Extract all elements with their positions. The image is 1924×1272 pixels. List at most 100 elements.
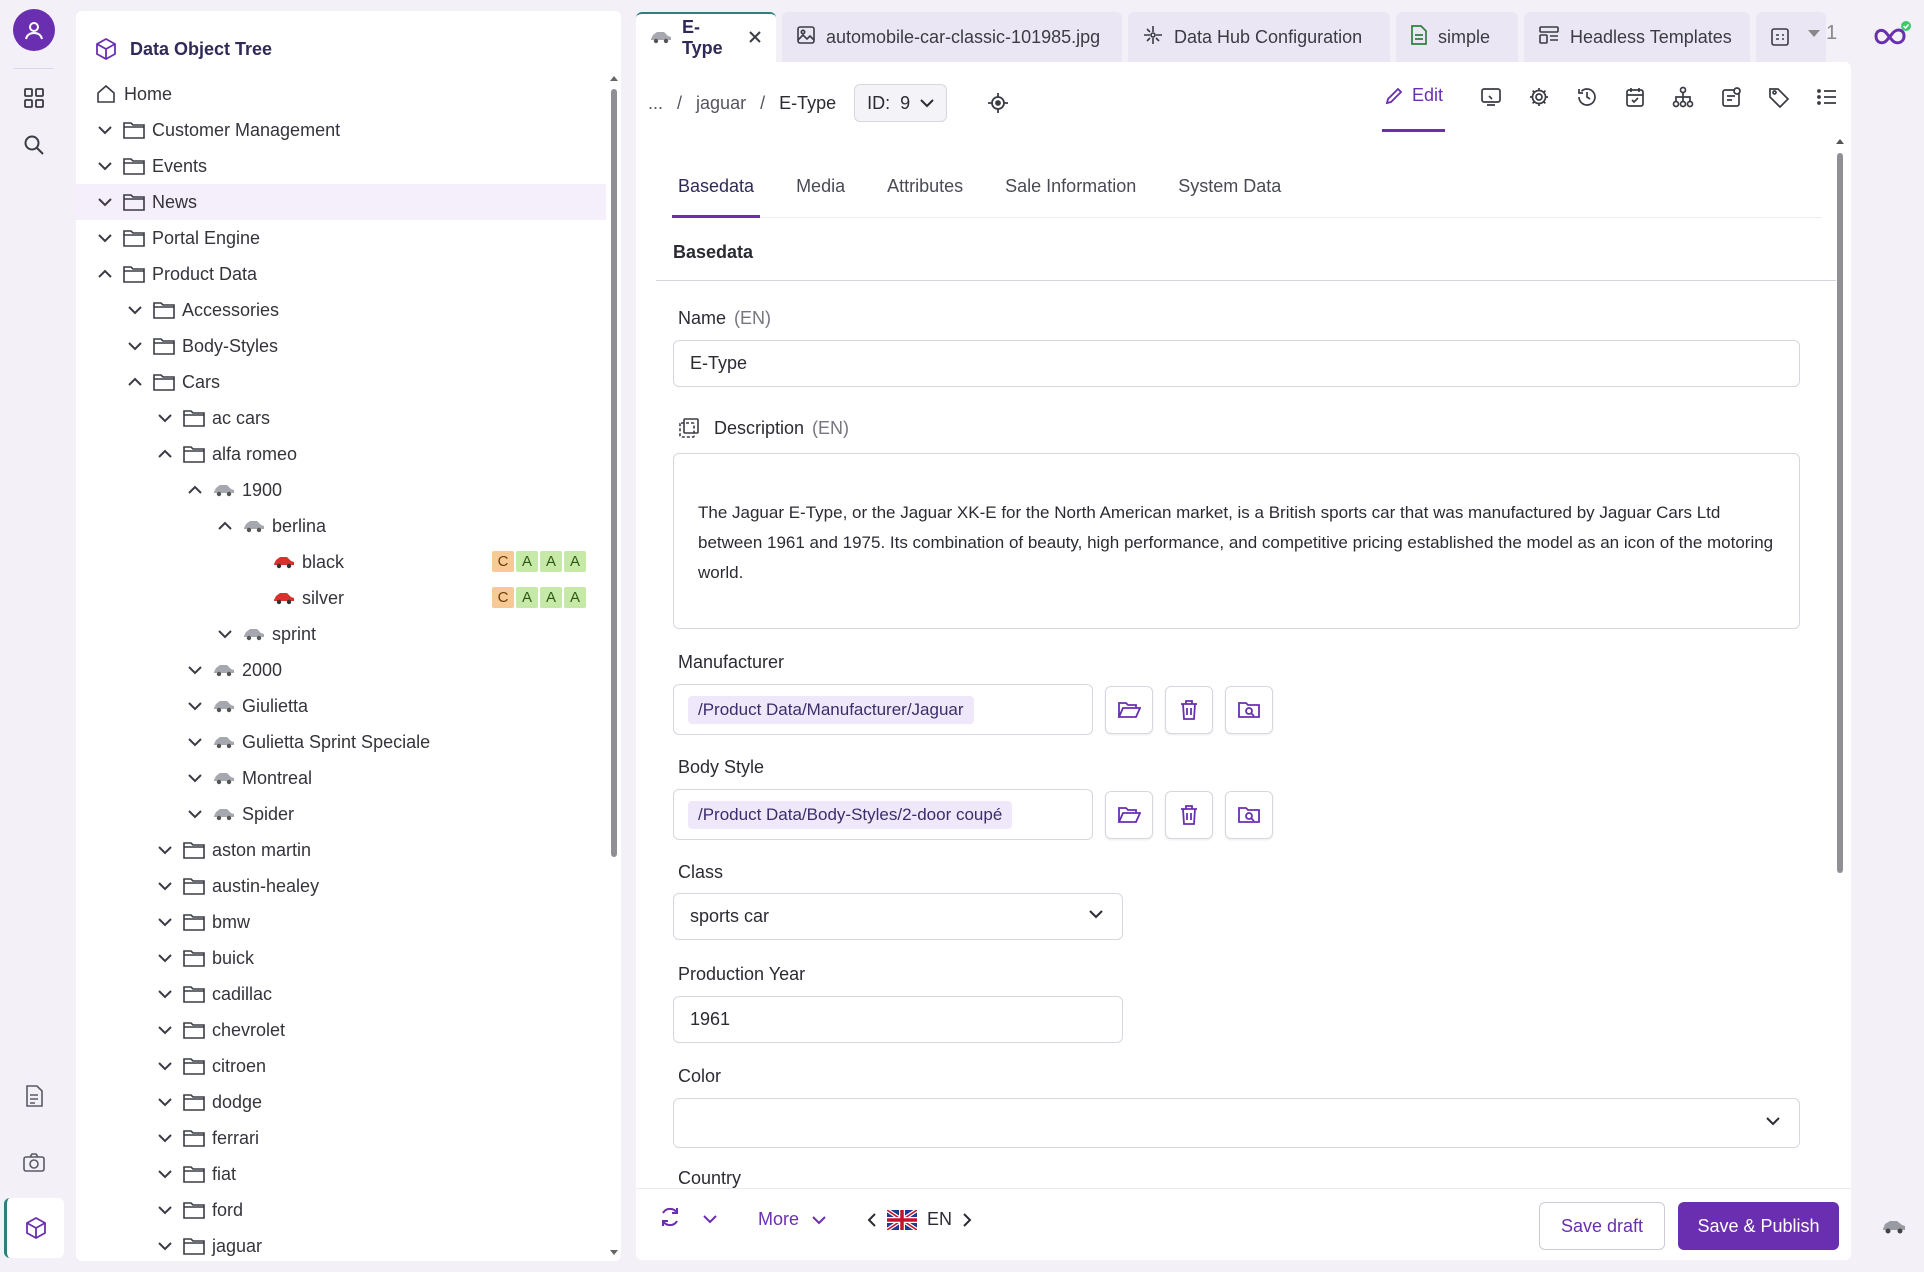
editor-tab[interactable]: simple <box>1396 12 1518 62</box>
save-draft-button[interactable]: Save draft <box>1539 1202 1665 1250</box>
body-style-relation-field[interactable]: /Product Data/Body-Styles/2-door coupé <box>673 789 1093 840</box>
body-style-delete-button[interactable] <box>1165 791 1213 839</box>
tree-node[interactable]: Spider <box>76 796 606 832</box>
chevron-left-icon[interactable] <box>867 1212 877 1228</box>
chevron-up-icon[interactable] <box>124 371 146 393</box>
chevron-down-icon[interactable] <box>124 299 146 321</box>
tree-node[interactable]: fiat <box>76 1156 606 1192</box>
tree-node[interactable]: 1900 <box>76 472 606 508</box>
tree-node[interactable]: austin-healey <box>76 868 606 904</box>
tree-node[interactable]: sprint <box>76 616 606 652</box>
name-input[interactable]: E-Type <box>673 340 1800 387</box>
production-year-input[interactable]: 1961 <box>673 996 1123 1043</box>
layout-tab[interactable]: Media <box>790 170 851 218</box>
reload-options-chevron-icon[interactable] <box>702 1209 718 1230</box>
manufacturer-relation-field[interactable]: /Product Data/Manufacturer/Jaguar <box>673 684 1093 735</box>
document-icon[interactable] <box>14 1076 54 1116</box>
reload-icon[interactable] <box>658 1205 682 1234</box>
chevron-up-icon[interactable] <box>154 443 176 465</box>
chevron-down-icon[interactable] <box>94 155 116 177</box>
tree-node[interactable]: bmw <box>76 904 606 940</box>
history-icon[interactable] <box>1563 77 1611 117</box>
editor-tab[interactable]: Data Hub Configuration <box>1128 12 1390 62</box>
tree-node[interactable]: chevrolet <box>76 1012 606 1048</box>
manufacturer-delete-button[interactable] <box>1165 686 1213 734</box>
tree-node[interactable]: Cars <box>76 364 606 400</box>
editor-scrollbar-thumb[interactable] <box>1837 153 1843 873</box>
chevron-down-icon[interactable] <box>154 1127 176 1149</box>
description-editor[interactable]: The Jaguar E-Type, or the Jaguar XK-E fo… <box>673 453 1800 629</box>
tree-scrollbar-thumb[interactable] <box>611 89 617 857</box>
chevron-down-icon[interactable] <box>154 911 176 933</box>
notes-icon[interactable] <box>1707 77 1755 117</box>
tag-icon[interactable] <box>1755 77 1803 117</box>
tree-node[interactable]: silver C A A A <box>76 580 606 616</box>
tree-node[interactable]: Product Data <box>76 256 606 292</box>
layout-tab[interactable]: Sale Information <box>999 170 1142 218</box>
manufacturer-search-button[interactable] <box>1225 686 1273 734</box>
chevron-down-icon[interactable] <box>154 875 176 897</box>
tree-node[interactable]: ac cars <box>76 400 606 436</box>
tree-node[interactable]: alfa romeo <box>76 436 606 472</box>
tree-node[interactable]: Portal Engine <box>76 220 606 256</box>
editor-tab[interactable]: Headless Templates <box>1524 12 1750 62</box>
tree-node[interactable]: citroen <box>76 1048 606 1084</box>
chevron-down-icon[interactable] <box>124 335 146 357</box>
tab-overflow[interactable]: 1 <box>1808 22 1837 45</box>
tree-node[interactable]: Customer Management <box>76 112 606 148</box>
layout-tab[interactable]: System Data <box>1172 170 1287 218</box>
chevron-down-icon[interactable] <box>184 695 206 717</box>
chevron-up-icon[interactable] <box>184 479 206 501</box>
chevron-down-icon[interactable] <box>94 191 116 213</box>
tree-node[interactable]: aston martin <box>76 832 606 868</box>
tree-node[interactable]: dodge <box>76 1084 606 1120</box>
class-select[interactable]: sports car <box>673 893 1123 940</box>
tree-node[interactable]: berlina <box>76 508 606 544</box>
tree-node[interactable]: Giulietta <box>76 688 606 724</box>
chevron-down-icon[interactable] <box>154 1019 176 1041</box>
manufacturer-open-button[interactable] <box>1105 686 1153 734</box>
body-style-search-button[interactable] <box>1225 791 1273 839</box>
settings-icon[interactable] <box>1515 77 1563 117</box>
tree-node[interactable]: Montreal <box>76 760 606 796</box>
editor-tab[interactable]: E-Type <box>636 12 776 62</box>
chevron-down-icon[interactable] <box>154 407 176 429</box>
tree-node[interactable]: Body-Styles <box>76 328 606 364</box>
layout-tab[interactable]: Basedata <box>672 170 761 218</box>
layout-tab[interactable]: Attributes <box>881 170 969 218</box>
language-code[interactable]: EN <box>927 1209 952 1230</box>
search-icon[interactable] <box>14 125 54 165</box>
body-style-open-button[interactable] <box>1105 791 1153 839</box>
preview-icon[interactable] <box>1467 77 1515 117</box>
chevron-down-icon[interactable] <box>154 1163 176 1185</box>
tree-node[interactable]: black C A A A <box>76 544 606 580</box>
chevron-up-icon[interactable] <box>94 263 116 285</box>
chevron-down-icon[interactable] <box>154 983 176 1005</box>
list-icon[interactable] <box>1803 77 1851 117</box>
chevron-down-icon[interactable] <box>214 623 236 645</box>
chevron-down-icon[interactable] <box>154 1091 176 1113</box>
locate-in-tree-icon[interactable] <box>987 92 1009 114</box>
chevron-down-icon[interactable] <box>184 659 206 681</box>
tree-node[interactable]: News <box>76 184 606 220</box>
chevron-down-icon[interactable] <box>154 1199 176 1221</box>
chevron-down-icon[interactable] <box>154 1055 176 1077</box>
tree-node[interactable]: 2000 <box>76 652 606 688</box>
chevron-down-icon[interactable] <box>94 119 116 141</box>
tree-node[interactable]: Home <box>76 76 606 112</box>
tree-node[interactable]: Gulietta Sprint Speciale <box>76 724 606 760</box>
id-dropdown[interactable]: ID: 9 <box>854 84 948 122</box>
user-avatar[interactable] <box>13 9 55 51</box>
wysiwyg-icon[interactable] <box>678 417 700 439</box>
data-objects-nav[interactable] <box>4 1198 64 1258</box>
chevron-down-icon[interactable] <box>184 767 206 789</box>
tree-node[interactable]: buick <box>76 940 606 976</box>
tree-scrollbar[interactable] <box>607 74 621 1259</box>
manufacturer-relation-tag[interactable]: /Product Data/Manufacturer/Jaguar <box>688 695 974 724</box>
editor-scrollbar[interactable] <box>1834 137 1846 1247</box>
tree-node[interactable]: jaguar <box>76 1228 606 1261</box>
dependencies-icon[interactable] <box>1659 77 1707 117</box>
schedule-icon[interactable] <box>1611 77 1659 117</box>
body-style-relation-tag[interactable]: /Product Data/Body-Styles/2-door coupé <box>688 800 1013 829</box>
tree-node[interactable]: ferrari <box>76 1120 606 1156</box>
